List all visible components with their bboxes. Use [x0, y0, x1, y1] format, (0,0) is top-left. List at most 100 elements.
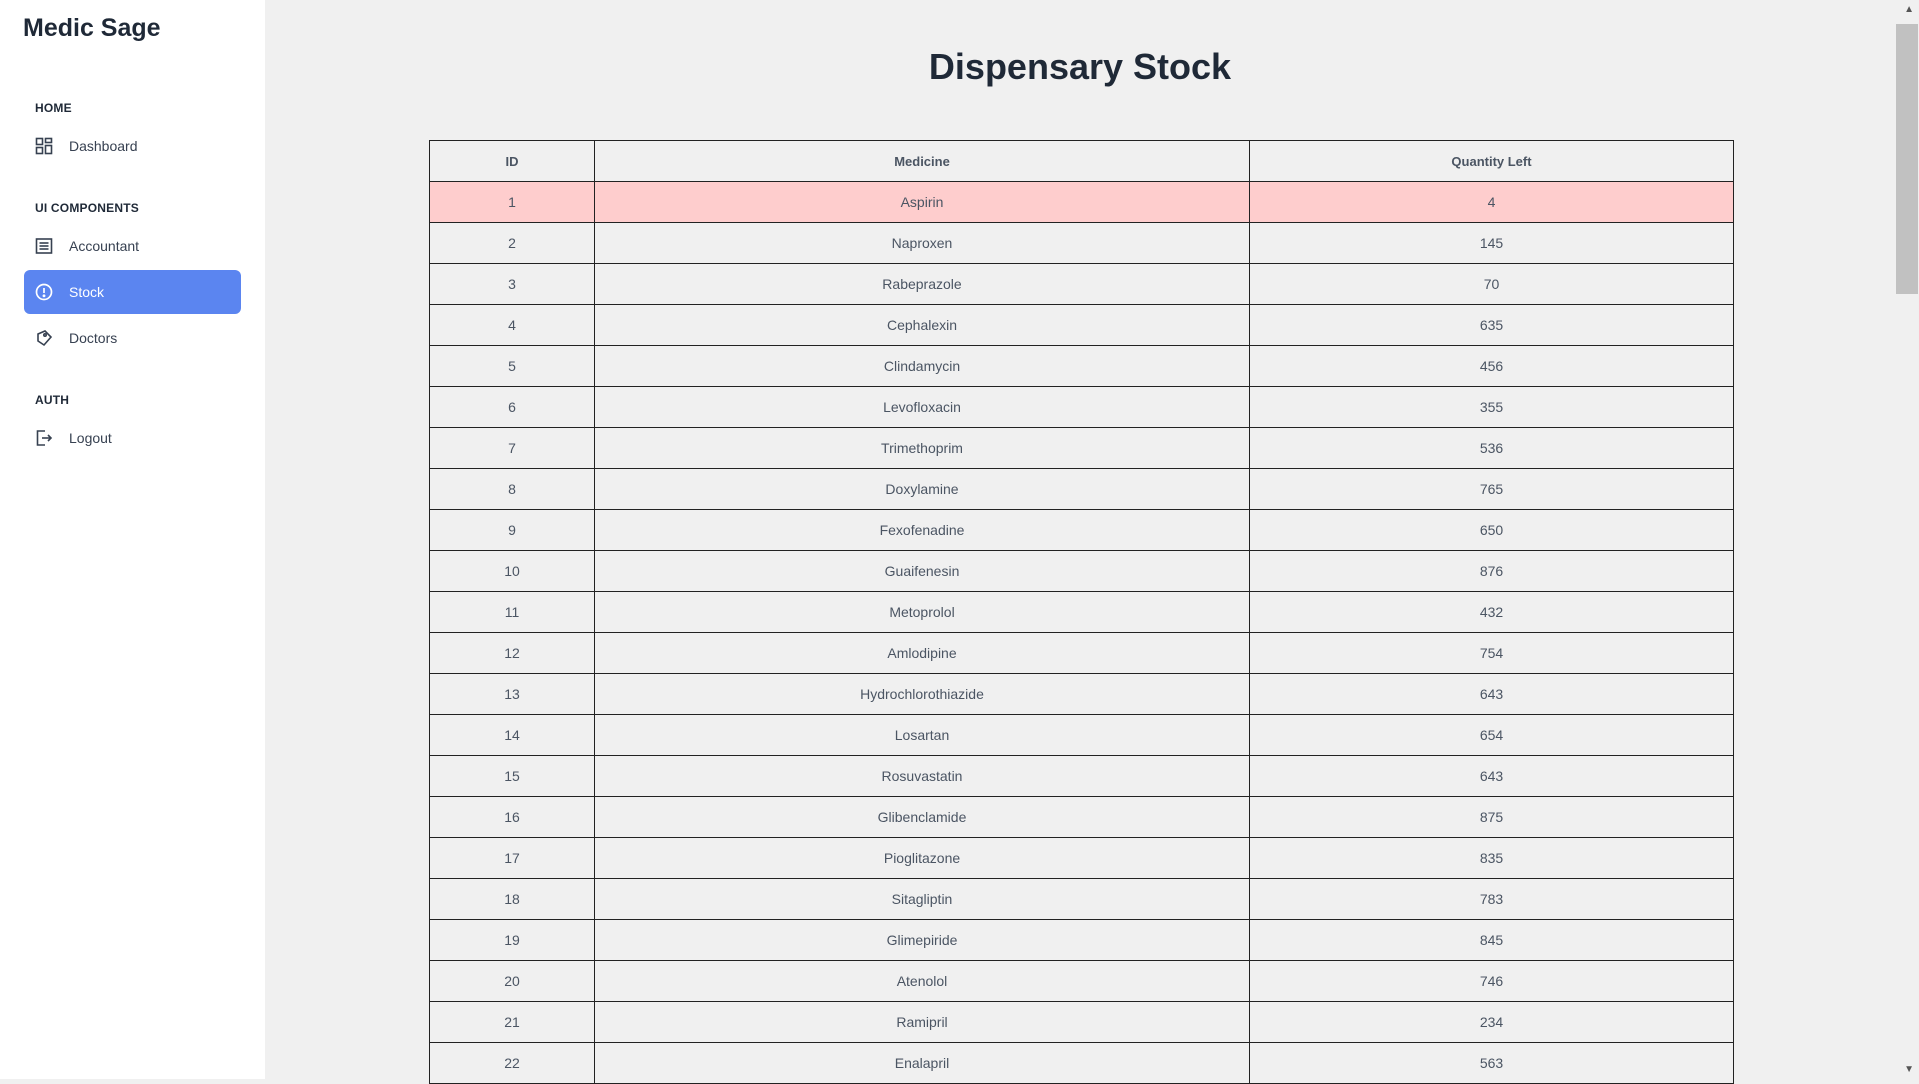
cell-id: 18 [429, 878, 595, 920]
sidebar-item-stock[interactable]: Stock [24, 270, 241, 314]
cell-id: 6 [429, 386, 595, 428]
cell-id: 4 [429, 304, 595, 346]
cell-quantity: 654 [1249, 714, 1734, 756]
cell-id: 10 [429, 550, 595, 592]
cell-medicine: Guaifenesin [594, 550, 1250, 592]
cell-medicine: Trimethoprim [594, 427, 1250, 469]
cell-id: 13 [429, 673, 595, 715]
cell-medicine: Glibenclamide [594, 796, 1250, 838]
cell-medicine: Enalapril [594, 1042, 1250, 1084]
cell-medicine: Metoprolol [594, 591, 1250, 633]
cell-quantity: 845 [1249, 919, 1734, 961]
table-row[interactable]: 17 Pioglitazone 835 [429, 837, 1734, 879]
section-title-auth: AUTH [35, 393, 70, 407]
list-icon [34, 236, 54, 256]
cell-id: 15 [429, 755, 595, 797]
cell-id: 7 [429, 427, 595, 469]
sidebar-item-accountant[interactable]: Accountant [24, 224, 241, 268]
table-row[interactable]: 22 Enalapril 563 [429, 1042, 1734, 1084]
cell-quantity: 536 [1249, 427, 1734, 469]
cell-quantity: 145 [1249, 222, 1734, 264]
table-row[interactable]: 13 Hydrochlorothiazide 643 [429, 673, 1734, 715]
cell-quantity: 355 [1249, 386, 1734, 428]
scroll-up-arrow-icon[interactable]: ▲ [1904, 4, 1914, 15]
section-title-ui-components: UI COMPONENTS [35, 201, 139, 215]
sidebar-item-logout[interactable]: Logout [24, 416, 241, 460]
table-row[interactable]: 3 Rabeprazole 70 [429, 263, 1734, 305]
cell-id: 9 [429, 509, 595, 551]
table-row[interactable]: 2 Naproxen 145 [429, 222, 1734, 264]
cell-medicine: Clindamycin [594, 345, 1250, 387]
sidebar-item-label: Logout [69, 430, 112, 446]
cell-id: 11 [429, 591, 595, 633]
cell-medicine: Pioglitazone [594, 837, 1250, 879]
table-row[interactable]: 9 Fexofenadine 650 [429, 509, 1734, 551]
cell-id: 1 [429, 181, 595, 223]
table-row[interactable]: 10 Guaifenesin 876 [429, 550, 1734, 592]
column-header-id[interactable]: ID [429, 140, 595, 182]
main-content: Dispensary Stock ID Medicine Quantity Le… [265, 0, 1895, 1084]
alert-circle-icon [34, 282, 54, 302]
cell-medicine: Losartan [594, 714, 1250, 756]
scrollbar-thumb[interactable] [1896, 24, 1918, 294]
table-row[interactable]: 18 Sitagliptin 783 [429, 878, 1734, 920]
sidebar: Medic Sage HOME Dashboard UI COMPONENTS … [0, 0, 265, 1079]
sidebar-item-label: Accountant [69, 238, 140, 254]
dashboard-icon [34, 136, 54, 156]
table-row[interactable]: 11 Metoprolol 432 [429, 591, 1734, 633]
table-row[interactable]: 5 Clindamycin 456 [429, 345, 1734, 387]
cell-quantity: 643 [1249, 673, 1734, 715]
table-row[interactable]: 6 Levofloxacin 355 [429, 386, 1734, 428]
table-row[interactable]: 4 Cephalexin 635 [429, 304, 1734, 346]
cell-medicine: Rabeprazole [594, 263, 1250, 305]
cell-medicine: Glimepiride [594, 919, 1250, 961]
cell-quantity: 876 [1249, 550, 1734, 592]
table-row[interactable]: 15 Rosuvastatin 643 [429, 755, 1734, 797]
app-title[interactable]: Medic Sage [23, 14, 161, 43]
cell-id: 3 [429, 263, 595, 305]
cell-quantity: 765 [1249, 468, 1734, 510]
stock-table: ID Medicine Quantity Left 1 Aspirin 4 2 Napr… [429, 140, 1734, 1084]
sidebar-item-label: Dashboard [69, 138, 138, 154]
vertical-scrollbar[interactable]: ▲ ▼ [1895, 0, 1919, 1079]
sidebar-item-label: Stock [69, 284, 105, 300]
table-row[interactable]: 21 Ramipril 234 [429, 1001, 1734, 1043]
cell-quantity: 783 [1249, 878, 1734, 920]
cell-quantity: 835 [1249, 837, 1734, 879]
table-row[interactable]: 19 Glimepiride 845 [429, 919, 1734, 961]
column-header-quantity[interactable]: Quantity Left [1249, 140, 1734, 182]
cell-id: 17 [429, 837, 595, 879]
table-row[interactable]: 7 Trimethoprim 536 [429, 427, 1734, 469]
cell-id: 16 [429, 796, 595, 838]
cell-quantity: 643 [1249, 755, 1734, 797]
logout-icon [34, 428, 54, 448]
cell-medicine: Hydrochlorothiazide [594, 673, 1250, 715]
table-row[interactable]: 8 Doxylamine 765 [429, 468, 1734, 510]
cell-medicine: Amlodipine [594, 632, 1250, 674]
table-row[interactable]: 1 Aspirin 4 [429, 181, 1734, 223]
cell-quantity: 875 [1249, 796, 1734, 838]
cell-quantity: 754 [1249, 632, 1734, 674]
sidebar-item-doctors[interactable]: Doctors [24, 316, 241, 360]
scroll-down-arrow-icon[interactable]: ▼ [1904, 1064, 1914, 1075]
cell-medicine: Ramipril [594, 1001, 1250, 1043]
sidebar-item-dashboard[interactable]: Dashboard [24, 124, 241, 168]
cell-medicine: Rosuvastatin [594, 755, 1250, 797]
cell-id: 2 [429, 222, 595, 264]
cell-id: 20 [429, 960, 595, 1002]
table-row[interactable]: 12 Amlodipine 754 [429, 632, 1734, 674]
table-row[interactable]: 16 Glibenclamide 875 [429, 796, 1734, 838]
cell-medicine: Atenolol [594, 960, 1250, 1002]
page-title: Dispensary Stock [928, 46, 1232, 87]
cell-quantity: 234 [1249, 1001, 1734, 1043]
cell-medicine: Cephalexin [594, 304, 1250, 346]
table-row[interactable]: 14 Losartan 654 [429, 714, 1734, 756]
cell-medicine: Sitagliptin [594, 878, 1250, 920]
cell-id: 19 [429, 919, 595, 961]
section-title-home: HOME [35, 101, 72, 115]
cell-medicine: Levofloxacin [594, 386, 1250, 428]
table-row[interactable]: 20 Atenolol 746 [429, 960, 1734, 1002]
cell-id: 12 [429, 632, 595, 674]
column-header-medicine[interactable]: Medicine [594, 140, 1250, 182]
table-body: 1 Aspirin 4 2 Naproxen 145 3 Rabeprazole 70 4 Ceph… [429, 181, 1734, 1084]
